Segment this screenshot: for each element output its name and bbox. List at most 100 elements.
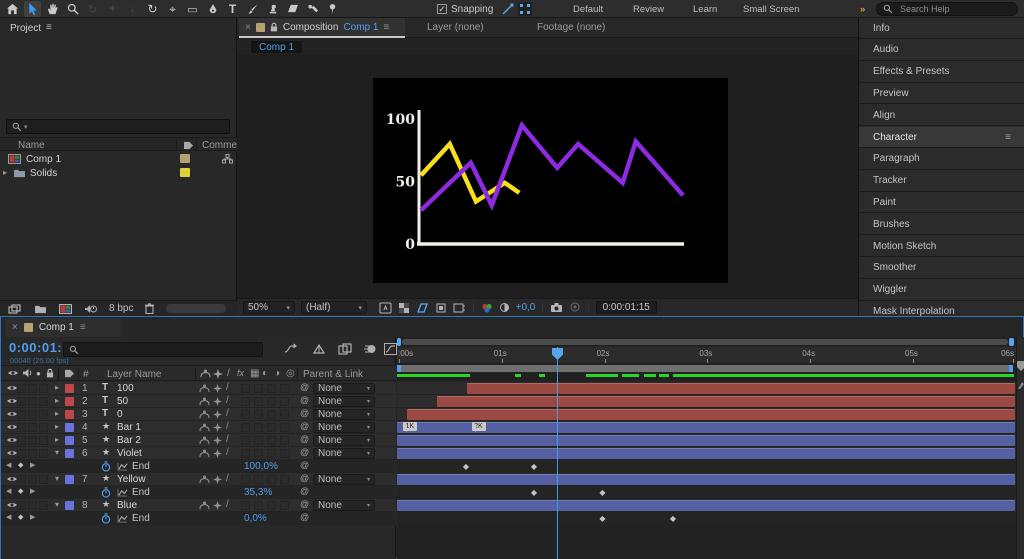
panel-tab-smoother[interactable]: Smoother	[859, 258, 1024, 279]
tab-close-icon[interactable]: ×	[245, 22, 251, 33]
motion-blur-switch-icon[interactable]: ◐	[262, 368, 268, 379]
effects-switch-icon[interactable]: fx	[237, 368, 244, 378]
pan-behind-tool[interactable]: ⌖	[164, 1, 181, 17]
property-row-blue-end[interactable]: ◀◆▶End0,0%@	[1, 512, 396, 525]
parent-dropdown[interactable]: None▾	[313, 500, 375, 511]
layer-switch-cell[interactable]	[280, 475, 289, 484]
layer-expand-chevron[interactable]: ▾	[55, 501, 59, 509]
collapse-transformations-icon[interactable]	[213, 423, 222, 432]
layer-switch-cell[interactable]	[28, 397, 37, 406]
layer-name[interactable]: Bar 2	[117, 436, 141, 446]
track-row-blue[interactable]	[397, 499, 1016, 512]
zoom-tool[interactable]	[64, 1, 81, 17]
resolution-dropdown[interactable]: (Half)▾	[301, 301, 367, 314]
project-settings-icon[interactable]	[84, 304, 97, 314]
panel-tab-character[interactable]: Character≡	[859, 127, 1024, 148]
next-keyframe-icon[interactable]: ▶	[30, 514, 35, 521]
layer-switch-cell[interactable]	[280, 449, 289, 458]
layer-duration-bar[interactable]	[407, 409, 1015, 420]
property-track-violet-end[interactable]: ◆◆	[397, 460, 1016, 473]
time-ruler[interactable]: :00s01s02s03s04s05s06s	[397, 347, 1016, 364]
timeline-search-box[interactable]	[63, 342, 263, 357]
layer-switch-cell[interactable]	[28, 449, 37, 458]
project-item-comp-1[interactable]: Comp 1	[0, 152, 237, 166]
quality-switch-icon[interactable]: /	[226, 422, 229, 432]
parent-pickwhip-icon[interactable]: @	[300, 474, 309, 483]
interpret-footage-icon[interactable]	[8, 304, 22, 314]
layer-switch-cell[interactable]	[241, 384, 250, 393]
project-search-box[interactable]: ▾	[6, 119, 230, 134]
label-column-tag-icon[interactable]	[183, 141, 194, 150]
layer-expand-chevron[interactable]: ▸	[55, 436, 59, 444]
parent-pickwhip-icon[interactable]: @	[300, 396, 309, 405]
collapse-transformations-icon[interactable]	[213, 384, 222, 393]
solo-column-icon[interactable]: ●	[36, 369, 41, 378]
parent-pickwhip-icon[interactable]: @	[300, 422, 309, 431]
pen-tool[interactable]	[204, 1, 221, 17]
shy-switch-icon[interactable]	[199, 397, 210, 406]
tab-layer[interactable]: Layer (none)	[427, 22, 484, 33]
layer-duration-bar[interactable]	[397, 448, 1015, 459]
mask-visibility-icon[interactable]	[416, 302, 429, 314]
layer-row-0[interactable]: ▸3T0/@None▾	[1, 408, 396, 421]
layer-row-blue[interactable]: ▾8★Blue/@None▾	[1, 499, 396, 512]
tab-footage[interactable]: Footage (none)	[537, 22, 605, 33]
exposure-value[interactable]: +0,0	[516, 302, 536, 313]
layer-label-swatch[interactable]	[65, 436, 74, 445]
quality-switch-icon[interactable]: /	[226, 474, 229, 484]
layer-label-swatch[interactable]	[65, 410, 74, 419]
layer-switch-cell[interactable]	[267, 436, 276, 445]
keyframe-diamond[interactable]: ◆	[599, 488, 605, 497]
layer-marker-2k[interactable]: 2K	[472, 422, 486, 431]
track-row-50[interactable]	[397, 395, 1016, 408]
property-graph-icon[interactable]	[117, 488, 128, 497]
layer-marker-1k[interactable]: 1K	[403, 422, 417, 431]
track-row-0[interactable]	[397, 408, 1016, 421]
orbit-camera-tool[interactable]: ↻	[84, 1, 101, 17]
label-color-swatch[interactable]	[180, 168, 190, 177]
work-area-bar[interactable]	[397, 364, 1016, 373]
layer-label-swatch[interactable]	[65, 423, 74, 432]
property-graph-icon[interactable]	[117, 462, 128, 471]
layer-switch-cell[interactable]	[17, 384, 26, 393]
workspace-tab-small-screen[interactable]: Small Screen	[743, 4, 800, 15]
shape-tool[interactable]: ▭	[184, 1, 201, 17]
panel-tab-audio[interactable]: Audio	[859, 40, 1024, 61]
parent-pickwhip-icon[interactable]: @	[300, 409, 309, 418]
graph-editor-icon[interactable]	[384, 343, 397, 355]
layer-switch-cell[interactable]	[254, 475, 263, 484]
layer-switch-cell[interactable]	[39, 475, 48, 484]
column-name[interactable]: Name	[18, 140, 45, 151]
keyframe-diamond[interactable]: ◆	[531, 462, 537, 471]
tab-composition[interactable]: × Composition Comp 1 ≡	[239, 18, 405, 38]
layer-switch-cell[interactable]	[280, 436, 289, 445]
quality-switch-icon[interactable]: /	[226, 448, 229, 458]
layer-switch-cell[interactable]	[241, 475, 250, 484]
layer-switch-cell[interactable]	[39, 384, 48, 393]
video-column-eye-icon[interactable]	[7, 369, 19, 377]
layer-name[interactable]: 0	[117, 410, 123, 420]
layer-label-swatch[interactable]	[65, 397, 74, 406]
property-value[interactable]: 100,0%	[244, 462, 278, 472]
trash-icon[interactable]	[145, 303, 154, 314]
channel-rgb-icon[interactable]	[481, 302, 493, 314]
shy-switch-icon[interactable]	[199, 384, 210, 393]
search-help-box[interactable]	[876, 2, 1018, 16]
parent-dropdown[interactable]: None▾	[313, 435, 375, 446]
comp-button-icon[interactable]	[1017, 381, 1024, 390]
layer-row-violet[interactable]: ▾6★Violet/@None▾	[1, 447, 396, 460]
property-track-yellow-end[interactable]: ◆◆	[397, 486, 1016, 499]
layer-switch-cell[interactable]	[17, 410, 26, 419]
track-row-bar-2[interactable]	[397, 434, 1016, 447]
collapse-transformations-icon[interactable]	[213, 397, 222, 406]
snap-to-features-icon[interactable]	[501, 3, 514, 16]
panel-tab-paint[interactable]: Paint	[859, 192, 1024, 213]
layer-switch-cell[interactable]	[280, 384, 289, 393]
layer-switch-cell[interactable]	[241, 397, 250, 406]
layer-switch-cell[interactable]	[39, 423, 48, 432]
lock-column-icon[interactable]	[46, 368, 54, 378]
layer-name[interactable]: Yellow	[117, 475, 146, 485]
layer-expand-chevron[interactable]: ▸	[55, 384, 59, 392]
parent-pickwhip-icon[interactable]: @	[300, 448, 309, 457]
property-graph-icon[interactable]	[117, 514, 128, 523]
